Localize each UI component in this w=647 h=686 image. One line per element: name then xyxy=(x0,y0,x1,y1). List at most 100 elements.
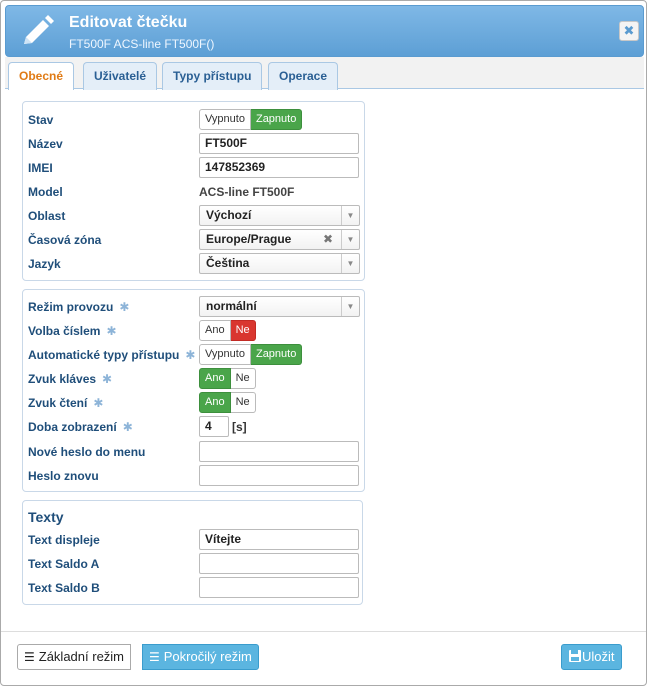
jazyk-value: Čeština xyxy=(206,256,250,270)
asterisk-icon: ✱ xyxy=(122,420,133,434)
asterisk-icon: ✱ xyxy=(102,372,113,386)
volba-cislem-yes-option[interactable]: Ano xyxy=(199,320,231,341)
row-doba-zobrazeni: Doba zobrazení ✱ 4 [s] xyxy=(23,416,364,438)
auto-typy-on-option[interactable]: Zapnuto xyxy=(250,344,303,365)
close-button[interactable]: ✖ xyxy=(619,21,639,41)
tab-obecne[interactable]: Obecné xyxy=(8,62,75,90)
save-button[interactable]: Uložit xyxy=(561,644,622,670)
row-auto-typy: Automatické typy přístupu ✱ Vypnuto Zapnu… xyxy=(23,344,364,366)
zvuk-cteni-yes-option[interactable]: Ano xyxy=(199,392,231,413)
list-icon: ☰ xyxy=(149,650,160,664)
row-stav: Stav Vypnuto Zapnuto xyxy=(23,109,364,131)
nazev-input[interactable]: FT500F xyxy=(199,133,359,154)
row-oblast: Oblast Výchozí ▼ xyxy=(23,205,364,227)
jazyk-label: Jazyk xyxy=(28,257,61,271)
volba-cislem-no-option[interactable]: Ne xyxy=(230,320,256,341)
doba-zobrazeni-text: Doba zobrazení xyxy=(28,420,117,434)
zvuk-klaves-label: Zvuk kláves ✱ xyxy=(28,368,112,390)
row-heslo-znovu: Heslo znovu xyxy=(23,465,364,487)
model-label: Model xyxy=(28,185,63,199)
rezim-provozu-select[interactable]: normální ▼ xyxy=(199,296,360,317)
stav-on-option[interactable]: Zapnuto xyxy=(250,109,303,130)
asterisk-icon: ✱ xyxy=(119,300,130,314)
text-saldo-b-label: Text Saldo B xyxy=(28,581,100,595)
auto-typy-text: Automatické typy přístupu xyxy=(28,348,180,362)
nazev-label: Název xyxy=(28,137,63,151)
row-text-displeje: Text displeje Vítejte xyxy=(23,529,362,551)
row-zvuk-klaves: Zvuk kláves ✱ Ano Ne xyxy=(23,368,364,390)
mode-fieldset: Režim provozu ✱ normální ▼ Volba číslem ✱ … xyxy=(22,289,365,492)
imei-input[interactable]: 147852369 xyxy=(199,157,359,178)
tab-uzivatele[interactable]: Uživatelé xyxy=(83,62,158,90)
chevron-down-icon: ▼ xyxy=(341,206,359,225)
clear-icon[interactable]: ✖ xyxy=(323,230,333,249)
footer-divider xyxy=(1,631,646,632)
advanced-mode-button[interactable]: ☰ Pokročilý režim xyxy=(142,644,259,670)
jazyk-select[interactable]: Čeština ▼ xyxy=(199,253,360,274)
casova-zona-value: Europe/Prague xyxy=(206,232,292,246)
rezim-provozu-text: Režim provozu xyxy=(28,300,114,314)
row-imei: IMEI 147852369 xyxy=(23,157,364,179)
doba-zobrazeni-unit: [s] xyxy=(232,420,247,434)
zvuk-klaves-toggle: Ano Ne xyxy=(199,368,256,389)
volba-cislem-toggle: Ano Ne xyxy=(199,320,256,341)
nove-heslo-label: Nové heslo do menu xyxy=(28,445,146,459)
row-rezim-provozu: Režim provozu ✱ normální ▼ xyxy=(23,296,364,318)
stav-toggle: Vypnuto Zapnuto xyxy=(199,109,303,130)
zvuk-cteni-text: Zvuk čtení xyxy=(28,396,88,410)
tab-operace[interactable]: Operace xyxy=(268,62,339,90)
zvuk-klaves-no-option[interactable]: Ne xyxy=(230,368,256,389)
asterisk-icon: ✱ xyxy=(93,396,104,410)
row-text-saldo-a: Text Saldo A xyxy=(23,553,362,575)
general-fieldset: Stav Vypnuto Zapnuto Název FT500F IMEI 1… xyxy=(22,101,365,281)
dialog-titlebar: Editovat čtečku FT500F ACS-line FT500F()… xyxy=(5,5,644,57)
zvuk-cteni-label: Zvuk čtení ✱ xyxy=(28,392,103,414)
basic-mode-label: Základní režim xyxy=(38,649,125,664)
text-saldo-b-input[interactable] xyxy=(199,577,359,598)
oblast-select[interactable]: Výchozí ▼ xyxy=(199,205,360,226)
stav-label: Stav xyxy=(28,113,54,127)
model-value: ACS-line FT500F xyxy=(199,185,295,199)
oblast-label: Oblast xyxy=(28,209,66,223)
row-nove-heslo: Nové heslo do menu xyxy=(23,441,364,463)
rezim-provozu-label: Režim provozu ✱ xyxy=(28,296,129,318)
chevron-down-icon: ▼ xyxy=(341,297,359,316)
list-icon: ☰ xyxy=(24,650,35,664)
heslo-znovu-input[interactable] xyxy=(199,465,359,486)
volba-cislem-text: Volba číslem xyxy=(28,324,101,338)
row-text-saldo-b: Text Saldo B xyxy=(23,577,362,599)
chevron-down-icon: ▼ xyxy=(341,254,359,273)
text-saldo-a-label: Text Saldo A xyxy=(28,557,100,571)
stav-off-option[interactable]: Vypnuto xyxy=(199,109,251,130)
row-casova-zona: Časová zóna Europe/Prague ✖ ▼ xyxy=(23,229,364,251)
tab-bar: Obecné Uživatelé Typy přístupu Operace xyxy=(5,57,644,90)
row-zvuk-cteni: Zvuk čtení ✱ Ano Ne xyxy=(23,392,364,414)
basic-mode-button[interactable]: ☰ Základní režim xyxy=(17,644,132,670)
doba-zobrazeni-input[interactable]: 4 xyxy=(199,416,229,437)
asterisk-icon: ✱ xyxy=(106,324,117,338)
row-nazev: Název FT500F xyxy=(23,133,364,155)
text-displeje-input[interactable]: Vítejte xyxy=(199,529,359,550)
auto-typy-off-option[interactable]: Vypnuto xyxy=(199,344,251,365)
auto-typy-toggle: Vypnuto Zapnuto xyxy=(199,344,303,365)
asterisk-icon: ✱ xyxy=(185,348,196,362)
zvuk-klaves-yes-option[interactable]: Ano xyxy=(199,368,231,389)
row-model: Model ACS-line FT500F xyxy=(23,181,364,203)
auto-typy-label: Automatické typy přístupu ✱ xyxy=(28,344,195,366)
texty-heading: Texty xyxy=(28,509,64,525)
dialog-title: Editovat čtečku xyxy=(69,14,188,31)
text-saldo-a-input[interactable] xyxy=(199,553,359,574)
floppy-disk-icon xyxy=(569,650,581,662)
zvuk-klaves-text: Zvuk kláves xyxy=(28,372,97,386)
rezim-provozu-value: normální xyxy=(206,299,257,313)
volba-cislem-label: Volba číslem ✱ xyxy=(28,320,117,342)
nove-heslo-input[interactable] xyxy=(199,441,359,462)
zvuk-cteni-no-option[interactable]: Ne xyxy=(230,392,256,413)
oblast-value: Výchozí xyxy=(206,208,252,222)
tab-typy-pristupu[interactable]: Typy přístupu xyxy=(162,62,263,90)
imei-label: IMEI xyxy=(28,161,53,175)
casova-zona-select[interactable]: Europe/Prague ✖ ▼ xyxy=(199,229,360,250)
casova-zona-label: Časová zóna xyxy=(28,233,102,247)
chevron-down-icon: ▼ xyxy=(341,230,359,249)
texty-fieldset: Texty Text displeje Vítejte Text Saldo A… xyxy=(22,500,363,605)
